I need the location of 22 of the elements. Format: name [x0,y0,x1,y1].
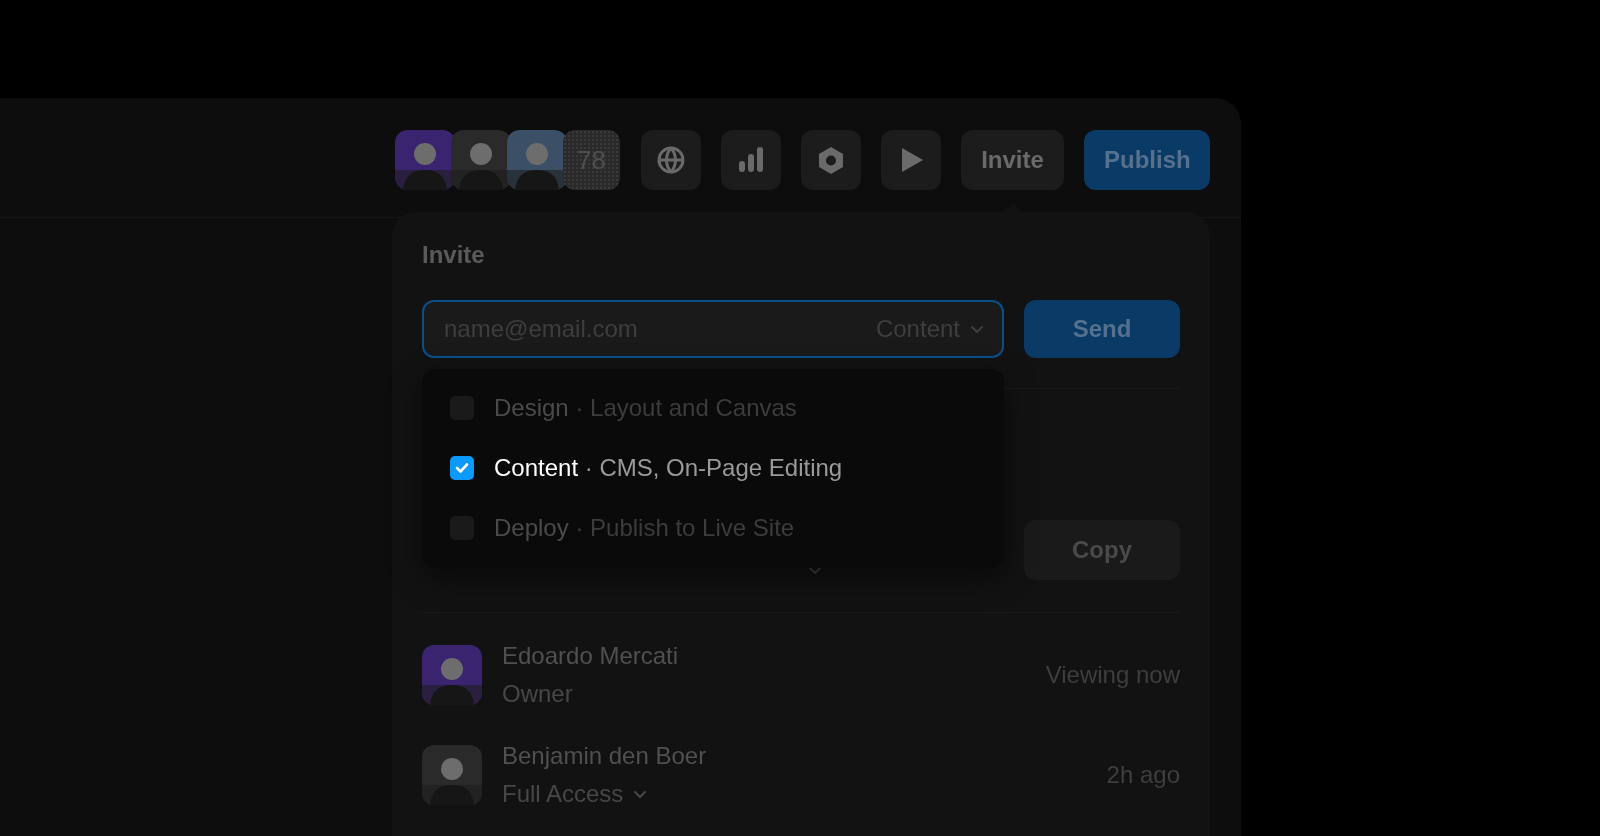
check-icon [454,460,470,476]
globe-button[interactable] [641,130,701,190]
popover-title: Invite [422,240,485,270]
option-description: · CMS, On-Page Editing [583,454,843,482]
bar-chart-button[interactable] [721,130,781,190]
settings-icon [816,145,846,175]
chevron-down-icon [970,323,984,335]
checkbox[interactable] [450,456,474,480]
settings-button[interactable] [801,130,861,190]
option-label: Design [494,394,569,422]
option-label: Deploy [494,514,569,542]
option-label: Content [494,454,579,482]
member-name: Edoardo Mercati [502,641,679,671]
publish-button[interactable]: Publish [1084,130,1210,190]
bar-chart-icon [736,145,766,175]
invite-button[interactable]: Invite [961,130,1064,190]
member-name: Benjamin den Boer [502,741,707,771]
globe-icon [656,145,686,175]
chevron-down-icon [633,788,648,800]
role-option[interactable]: Content · CMS, On-Page Editing [422,438,1004,498]
play-button[interactable] [881,130,941,190]
send-button[interactable]: Send [1024,300,1180,358]
